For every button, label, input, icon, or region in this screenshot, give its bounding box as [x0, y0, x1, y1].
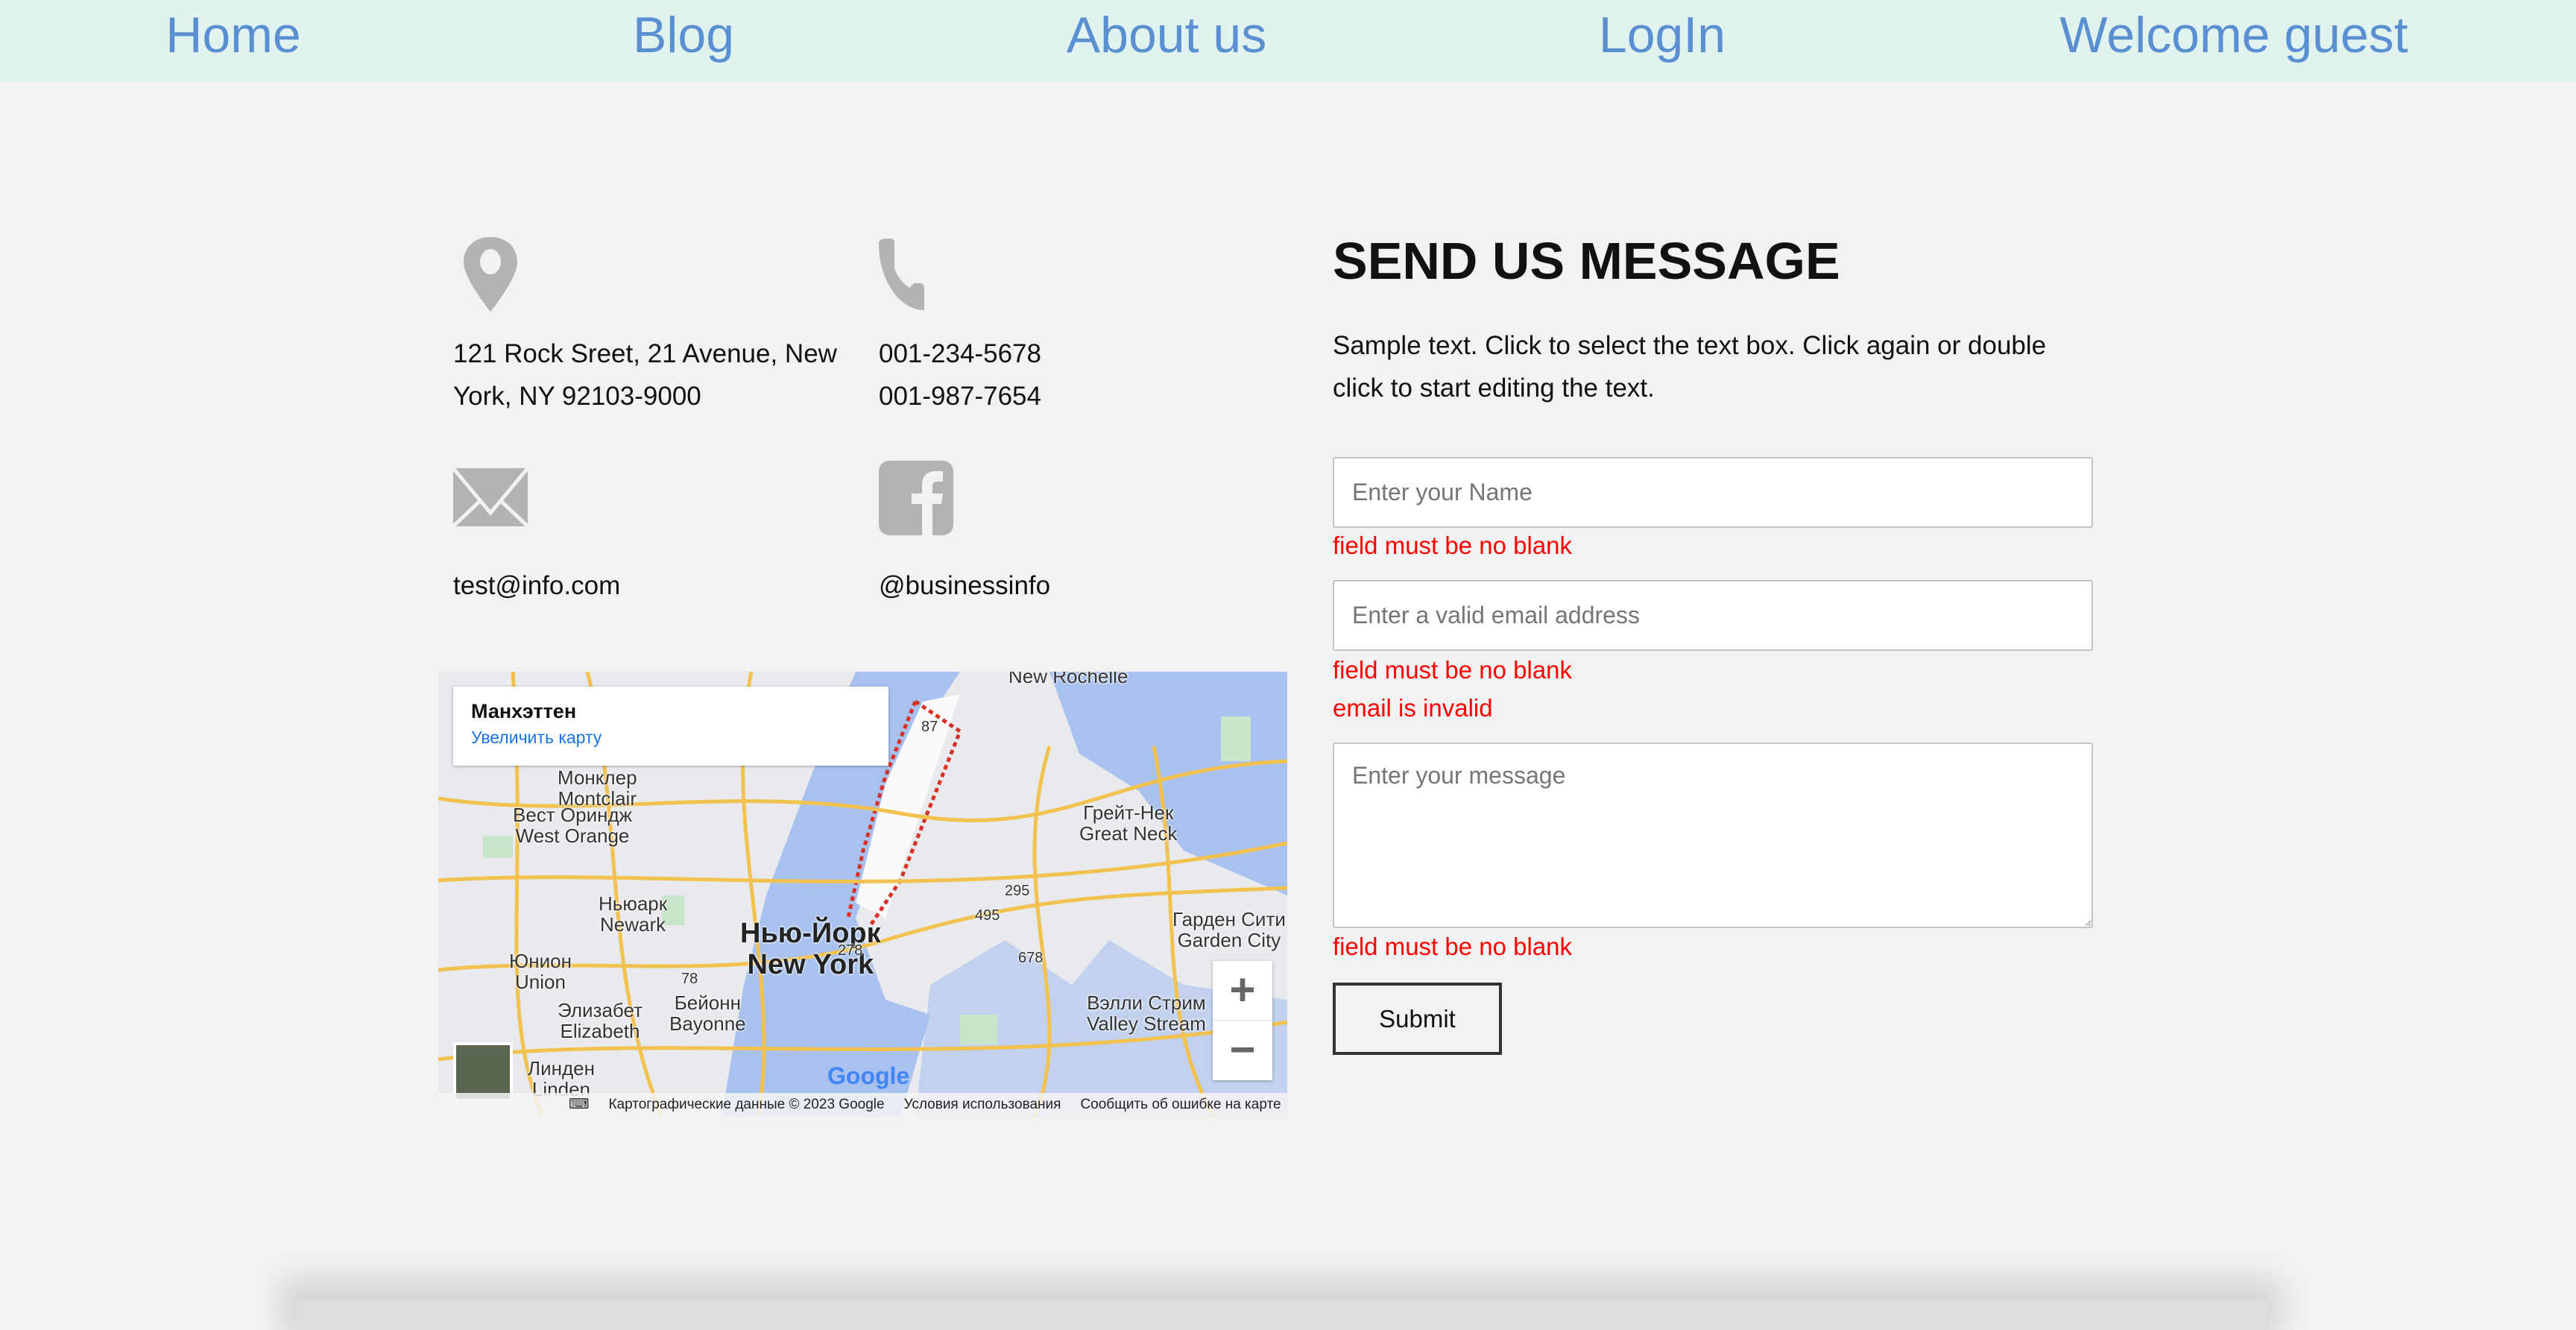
map-label: Грейт-Нек Great Neck	[1079, 801, 1178, 845]
map-shield: 495	[975, 907, 1000, 924]
name-error: field must be no blank	[1333, 532, 1573, 559]
zoom-in-button[interactable]: +	[1213, 961, 1272, 1021]
message-input[interactable]	[1333, 743, 2093, 928]
address-line: York, NY 92103-9000	[453, 382, 701, 411]
map-shield: 87	[921, 719, 938, 735]
google-logo: Google	[827, 1062, 910, 1089]
nav-home[interactable]: Home	[165, 6, 300, 64]
place-title: Манхэттен	[471, 700, 577, 722]
place-card: Манхэттен Увеличить карту	[453, 687, 888, 766]
map-shield: 678	[1018, 950, 1044, 966]
email-error-blank: field must be no blank	[1333, 656, 1573, 684]
phones: 001-234-5678 001-987-7654	[879, 332, 1041, 417]
map-label: Монклер Montclair	[558, 766, 637, 810]
map-shield: 278	[838, 942, 863, 959]
map-label: Бейонн Bayonne	[669, 992, 746, 1035]
email-input[interactable]	[1333, 580, 2093, 651]
map-label: Вест Ориндж West Orange	[513, 804, 633, 847]
map-pin-icon	[464, 237, 517, 312]
name-input[interactable]	[1333, 457, 2093, 528]
zoom-controls: + −	[1213, 961, 1272, 1080]
address: 121 Rock Sreet, 21 Avenue, New York, NY 9…	[453, 332, 837, 417]
map-label: Юнион Union	[509, 950, 572, 993]
nav-welcome-guest[interactable]: Welcome guest	[2059, 6, 2408, 64]
facebook-icon	[879, 461, 953, 535]
map-label: Гарден Сити Garden City	[1172, 908, 1286, 951]
enlarge-map-link[interactable]: Увеличить карту	[471, 728, 871, 748]
phone-number: 001-234-5678	[879, 339, 1041, 368]
top-nav: Home Blog About us LogIn Welcome guest	[0, 0, 2576, 82]
phone-number: 001-987-7654	[879, 382, 1041, 411]
phone-icon	[879, 239, 924, 310]
nav-login[interactable]: LogIn	[1599, 6, 1726, 64]
map-label: Вэлли Стрим Valley Stream	[1087, 992, 1206, 1035]
email-address: test@info.com	[453, 571, 621, 600]
submit-button[interactable]: Submit	[1333, 983, 1502, 1055]
message-error: field must be no blank	[1333, 933, 1573, 960]
map-shield: 78	[681, 971, 698, 987]
form-description: Sample text. Click to select the text bo…	[1333, 331, 2047, 403]
google-map[interactable]: Манхэттен Увеличить карту Монклер Montclai…	[438, 672, 1287, 1117]
map-label: Ньюарк Newark	[599, 892, 668, 936]
address-line: 121 Rock Sreet, 21 Avenue, New	[453, 339, 837, 368]
facebook-handle: @businessinfo	[879, 571, 1051, 600]
map-label: New Rochelle	[1008, 672, 1128, 687]
map-shield: 295	[1005, 883, 1030, 899]
nav-blog[interactable]: Blog	[633, 6, 734, 64]
map-attribution: ⌨ Картографические данные © 2023 Google Ус…	[438, 1093, 1287, 1117]
zoom-out-button[interactable]: −	[1213, 1021, 1272, 1080]
nav-about-us[interactable]: About us	[1067, 6, 1266, 64]
footer	[296, 1300, 2267, 1330]
email-error-invalid: email is invalid	[1333, 694, 1493, 722]
form-title: SEND US MESSAGE	[1333, 232, 1840, 290]
keyboard-icon[interactable]: ⌨	[569, 1097, 589, 1112]
envelope-icon	[453, 468, 528, 528]
map-label: Элизабет Elizabeth	[558, 999, 643, 1042]
report-error-link[interactable]: Сообщить об ошибке на карте	[1080, 1097, 1281, 1112]
terms-link[interactable]: Условия использования	[904, 1097, 1061, 1112]
